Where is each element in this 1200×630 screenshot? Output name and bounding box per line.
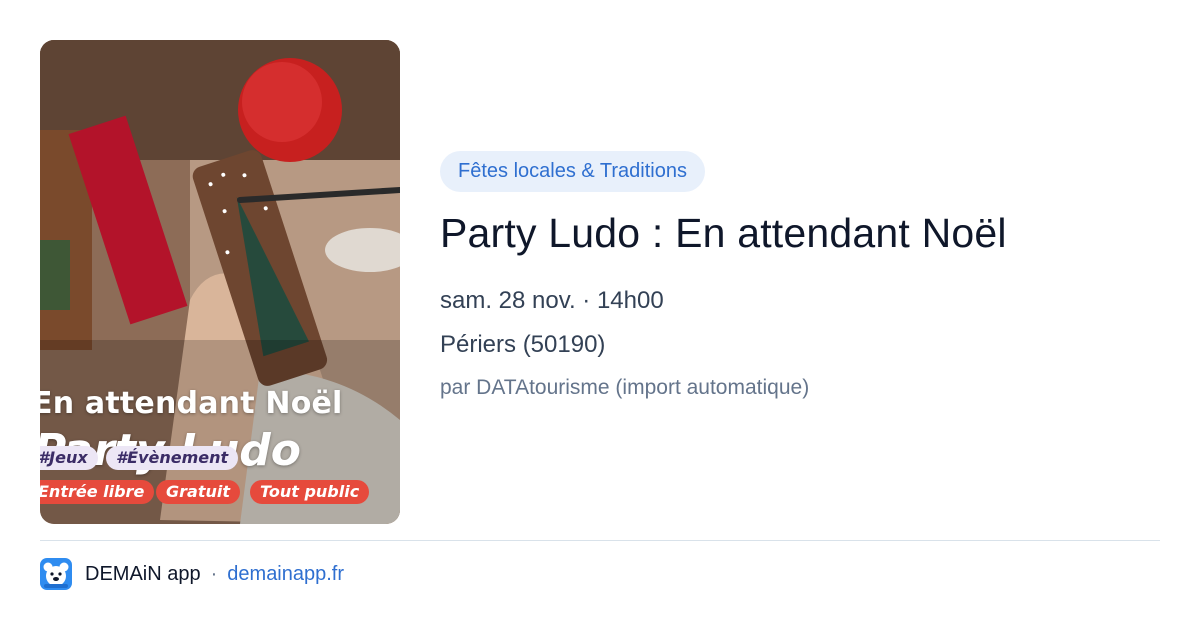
badge-pill: Gratuit: [156, 480, 240, 504]
event-date: sam. 28 nov. · 14h00: [440, 287, 664, 314]
site-footer: DEMAiN app · demainapp.fr: [40, 558, 344, 590]
hashtag-pill: #Jeux: [40, 446, 98, 470]
badge-pill: Tout public: [250, 480, 370, 504]
image-title-line1: En attendant Noël: [40, 386, 343, 421]
bear-face-icon: [40, 558, 72, 590]
event-location: Périers (50190): [440, 331, 606, 358]
domain-link[interactable]: demainapp.fr: [227, 563, 344, 586]
badge-pill: Entrée libre: [40, 480, 155, 504]
category-chip[interactable]: Fêtes locales & Traditions: [440, 151, 705, 192]
hashtag-pill: #Évènement: [106, 446, 239, 470]
event-source: par DATAtourisme (import automatique): [440, 376, 810, 399]
footer-divider: [40, 540, 1160, 541]
event-image[interactable]: En attendant Noël Party Ludo #Jeux #Évèn…: [40, 40, 400, 524]
event-title[interactable]: Party Ludo : En attendant Noël: [440, 210, 1007, 257]
app-name: DEMAiN app: [85, 562, 201, 585]
footer-separator: ·: [210, 562, 218, 585]
